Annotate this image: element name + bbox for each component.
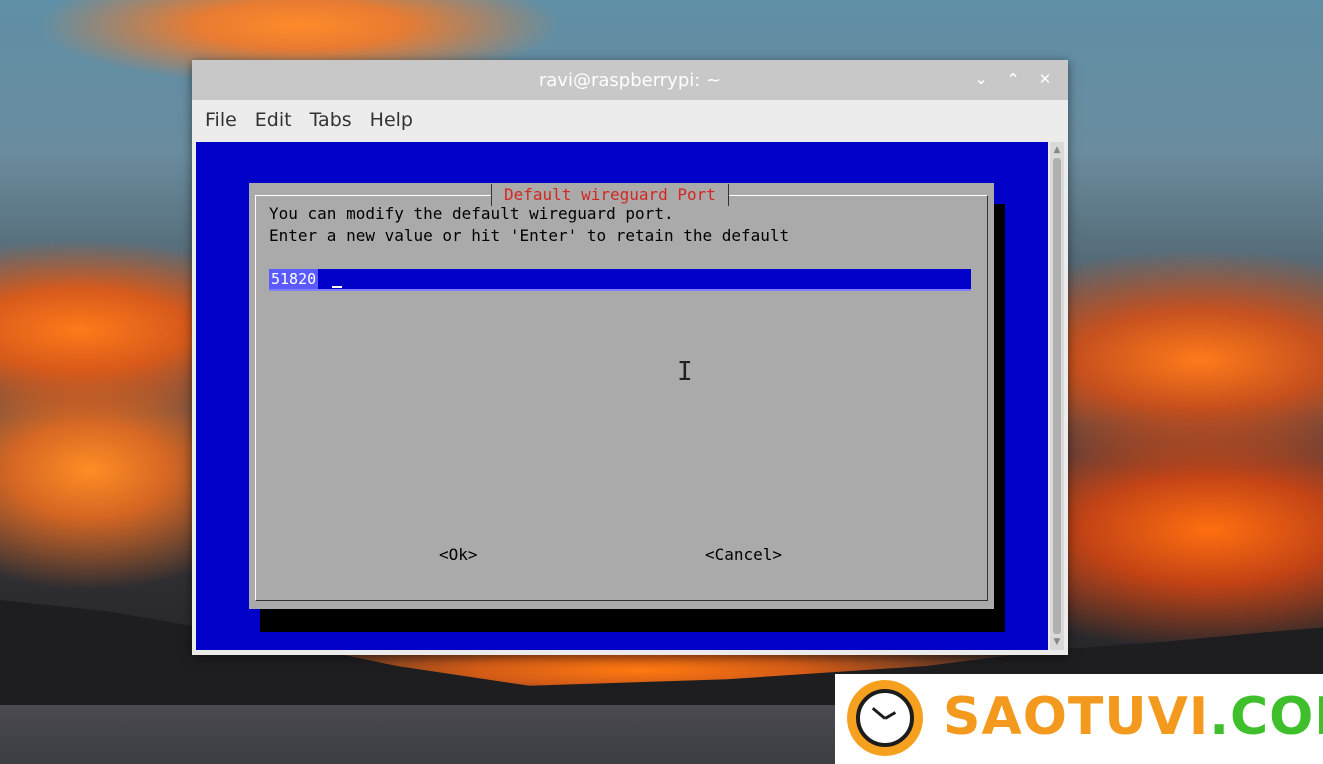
scroll-down-icon[interactable]: ▼ [1051,636,1063,648]
scroll-up-icon[interactable]: ▲ [1051,144,1063,156]
wireguard-port-dialog: Default wireguard Port You can modify th… [249,183,994,609]
menubar: File Edit Tabs Help [192,100,1068,140]
cancel-button[interactable]: <Cancel> [705,545,782,564]
text-caret [332,286,342,288]
port-input-value: 51820 [269,269,319,289]
menu-file[interactable]: File [196,109,246,131]
vertical-scrollbar[interactable]: ▲ ▼ [1050,142,1064,650]
terminal-area[interactable]: Default wireguard Port You can modify th… [196,142,1048,650]
close-icon[interactable]: ✕ [1034,68,1056,90]
watermark: SAOTUVI.COM [835,674,1323,764]
ok-button[interactable]: <Ok> [439,545,478,564]
dialog-message-line-1: You can modify the default wireguard por… [269,204,674,223]
window-controls: ⌄ ⌃ ✕ [970,68,1056,90]
terminal-window[interactable]: ravi@raspberrypi: ~ ⌄ ⌃ ✕ File Edit Tabs… [192,60,1068,655]
minimize-icon[interactable]: ⌄ [970,68,992,90]
ibeam-cursor-icon: I [677,357,693,387]
maximize-icon[interactable]: ⌃ [1002,68,1024,90]
menu-edit[interactable]: Edit [246,109,301,131]
scroll-thumb[interactable] [1053,158,1061,634]
window-title: ravi@raspberrypi: ~ [538,69,722,91]
window-titlebar[interactable]: ravi@raspberrypi: ~ ⌄ ⌃ ✕ [192,60,1068,100]
menu-tabs[interactable]: Tabs [301,109,361,131]
menu-help[interactable]: Help [361,109,422,131]
watermark-text: SAOTUVI.COM [943,687,1323,747]
clock-logo-icon [847,680,923,756]
port-input[interactable]: 51820 [269,269,971,291]
dialog-message-line-2: Enter a new value or hit 'Enter' to reta… [269,226,790,245]
dialog-frame [255,195,988,601]
